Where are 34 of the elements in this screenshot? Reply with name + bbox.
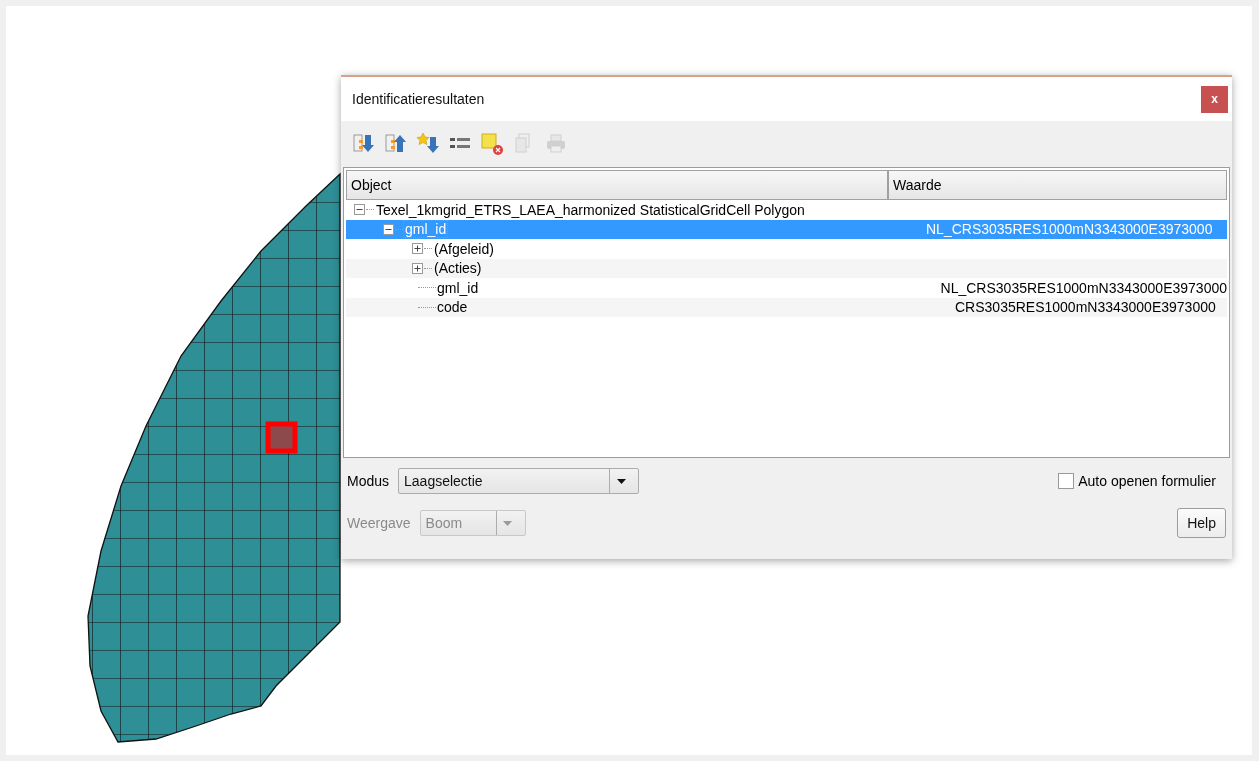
field-label: Weergave	[347, 515, 411, 531]
window-title: Identificatieresultaten	[352, 91, 485, 107]
deselect-icon	[480, 132, 504, 156]
tree-item-label: gml_id	[404, 221, 448, 238]
expand-icon[interactable]	[412, 243, 423, 255]
expand-icon[interactable]	[412, 262, 423, 274]
caret-icon	[503, 520, 513, 526]
tree-row[interactable]: code CRS3035RES1000mN3343000E3973000	[346, 297, 1227, 317]
close-button[interactable]: x	[1201, 85, 1228, 113]
collapse-icon[interactable]	[354, 204, 365, 216]
tree-item-label: (Afgeleid)	[433, 240, 495, 257]
value-text: NL_CRS3035RES1000mN3343000E3973000	[940, 279, 1227, 296]
column-header[interactable]: Object	[346, 170, 888, 200]
field-label: Modus	[347, 473, 390, 489]
caret-icon	[616, 478, 626, 484]
value-text: NL_CRS3035RES1000mN3343000E3973000	[926, 221, 1213, 238]
tree-row[interactable]: (Acties)	[346, 258, 1227, 278]
checkbox-label: Auto openen formulier	[1078, 473, 1216, 489]
tree-row[interactable]: gml_id NL_CRS3035RES1000mN3343000E3973000	[346, 278, 1227, 298]
tree-item-label: code	[436, 299, 469, 316]
checkbox[interactable]	[1058, 473, 1075, 489]
dropdown[interactable]: Laagselectie	[398, 468, 640, 494]
tree-item-label: Texel_1kmgrid_ETRS_LAEA_harmonized StatisticalGridCell Polygon	[375, 201, 806, 218]
highlighted-cell	[265, 421, 298, 454]
collapse-icon[interactable]	[383, 223, 394, 235]
value-text: CRS3035RES1000mN3343000E3973000	[955, 299, 1216, 316]
printer-icon	[544, 132, 568, 156]
tree-item-label: gml_id	[436, 279, 480, 296]
tree-item-label: (Acties)	[433, 260, 483, 277]
column-header[interactable]: Waarde	[888, 170, 1227, 200]
tree-row[interactable]: (Afgeleid)	[346, 239, 1227, 259]
help-button[interactable]: Help	[1177, 508, 1226, 538]
tree-row[interactable]: Texel_1kmgrid_ETRS_LAEA_harmonized StatisticalGridCell Polygon	[346, 200, 1227, 220]
deselect-button[interactable]	[479, 131, 505, 157]
